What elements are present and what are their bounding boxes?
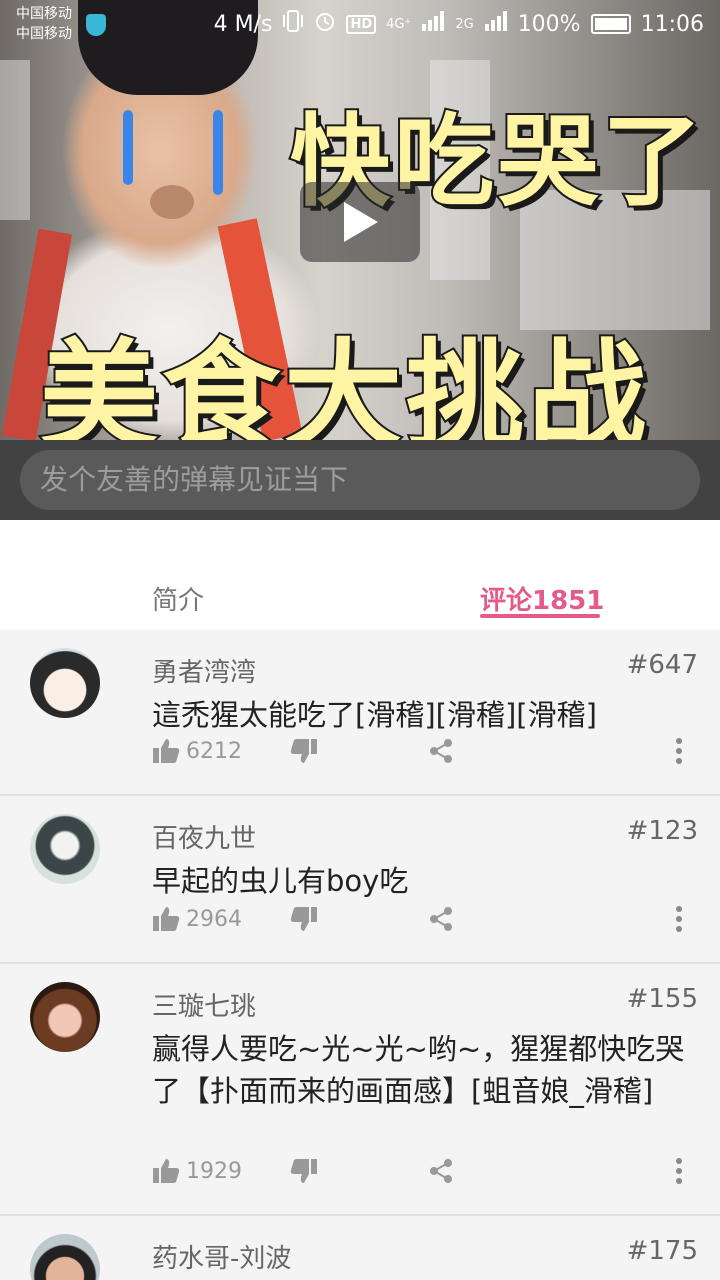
play-button[interactable] bbox=[300, 182, 420, 262]
comment-actions: 1929 bbox=[152, 1158, 697, 1194]
like-count: 2964 bbox=[186, 906, 242, 932]
avatar[interactable] bbox=[30, 814, 100, 884]
carrier-1: 中国移动 bbox=[16, 6, 72, 22]
battery-percent: 100% bbox=[517, 11, 581, 37]
like-count: 6212 bbox=[186, 738, 242, 764]
share-button[interactable] bbox=[428, 1158, 454, 1188]
thumb-down-icon bbox=[290, 907, 317, 931]
like-button[interactable]: 1929 bbox=[152, 1158, 242, 1184]
like-count: 1929 bbox=[186, 1158, 242, 1184]
more-button[interactable] bbox=[674, 1158, 684, 1188]
more-button[interactable] bbox=[674, 738, 684, 768]
security-shield-icon bbox=[86, 14, 106, 36]
net-4g-label: 4G⁺ bbox=[386, 16, 412, 32]
dislike-button[interactable] bbox=[290, 906, 318, 936]
share-button[interactable] bbox=[428, 906, 454, 936]
comment-text: 這禿猩太能吃了[滑稽][滑稽][滑稽] bbox=[152, 698, 597, 732]
thumb-down-icon bbox=[290, 739, 317, 763]
tab-active-indicator bbox=[480, 614, 600, 618]
more-vertical-icon bbox=[676, 906, 682, 932]
carrier-2: 中国移动 bbox=[16, 26, 72, 42]
tab-intro[interactable]: 简介 bbox=[152, 580, 204, 617]
like-button[interactable]: 2964 bbox=[152, 906, 242, 932]
more-vertical-icon bbox=[676, 738, 682, 764]
tab-comments[interactable]: 评论1851 bbox=[480, 580, 604, 617]
more-button[interactable] bbox=[674, 906, 684, 936]
alarm-icon bbox=[314, 9, 336, 39]
danmaku-input[interactable]: 发个友善的弹幕见证当下 bbox=[20, 450, 700, 510]
network-speed: 4 M/s bbox=[213, 11, 273, 37]
signal-icon bbox=[421, 10, 445, 38]
play-icon bbox=[344, 202, 378, 242]
comment-floor: #155 bbox=[626, 984, 698, 1014]
battery-icon bbox=[590, 14, 631, 34]
carrier-labels: 中国移动 中国移动 bbox=[16, 4, 72, 44]
comment-floor: #175 bbox=[626, 1236, 698, 1266]
share-icon bbox=[430, 907, 452, 931]
comment-item: 百夜九世 #123 早起的虫儿有boy吃 2964 bbox=[0, 796, 720, 964]
comment-list: 勇者湾湾 #647 這禿猩太能吃了[滑稽][滑稽][滑稽] 6212 百夜九世 … bbox=[0, 630, 720, 1280]
avatar[interactable] bbox=[30, 648, 100, 718]
comment-item: 三璇七珧 #155 赢得人要吃~光~光~哟~，猩猩都快吃哭了【扑面而来的画面感】… bbox=[0, 964, 720, 1216]
share-icon bbox=[430, 739, 452, 763]
like-button[interactable]: 6212 bbox=[152, 738, 242, 764]
comment-floor: #647 bbox=[626, 650, 698, 680]
signal-2-icon bbox=[484, 10, 508, 38]
comment-item: 药水哥-刘波 #175 bbox=[0, 1216, 720, 1280]
comment-floor: #123 bbox=[626, 816, 698, 846]
dislike-button[interactable] bbox=[290, 738, 318, 768]
comment-username[interactable]: 勇者湾湾 bbox=[152, 652, 256, 689]
vibrate-icon bbox=[282, 9, 304, 39]
comment-username[interactable]: 药水哥-刘波 bbox=[152, 1238, 291, 1275]
comment-username[interactable]: 百夜九世 bbox=[152, 818, 256, 855]
video-player[interactable]: 快吃哭了 美食大挑战 bbox=[0, 0, 720, 440]
danmaku-bar: 发个友善的弹幕见证当下 bbox=[0, 440, 720, 520]
thumb-up-icon bbox=[153, 739, 180, 763]
avatar[interactable] bbox=[30, 982, 100, 1052]
thumb-up-icon bbox=[153, 907, 180, 931]
hd-badge: HD bbox=[346, 14, 377, 34]
tab-bar: 简介 评论1851 bbox=[0, 520, 720, 630]
comment-actions: 2964 bbox=[152, 906, 697, 942]
net-2g-label: 2G bbox=[455, 16, 474, 32]
more-vertical-icon bbox=[676, 1158, 682, 1184]
comment-text: 赢得人要吃~光~光~哟~，猩猩都快吃哭了【扑面而来的画面感】[蛆音娘_滑稽] bbox=[152, 1032, 685, 1108]
comment-username[interactable]: 三璇七珧 bbox=[152, 986, 256, 1023]
thumb-down-icon bbox=[290, 1159, 317, 1183]
thumb-up-icon bbox=[153, 1159, 180, 1183]
clock: 11:06 bbox=[640, 11, 704, 37]
share-icon bbox=[430, 1159, 452, 1183]
comment-item: 勇者湾湾 #647 這禿猩太能吃了[滑稽][滑稽][滑稽] 6212 bbox=[0, 630, 720, 796]
dislike-button[interactable] bbox=[290, 1158, 318, 1188]
comment-actions: 6212 bbox=[152, 738, 697, 774]
video-title-bottom: 美食大挑战 bbox=[38, 325, 651, 440]
share-button[interactable] bbox=[428, 738, 454, 768]
avatar[interactable] bbox=[30, 1234, 100, 1280]
comment-text: 早起的虫儿有boy吃 bbox=[152, 864, 409, 898]
status-bar: 中国移动 中国移动 4 M/s HD 4G⁺ 2G 100% 11:06 bbox=[0, 0, 720, 48]
